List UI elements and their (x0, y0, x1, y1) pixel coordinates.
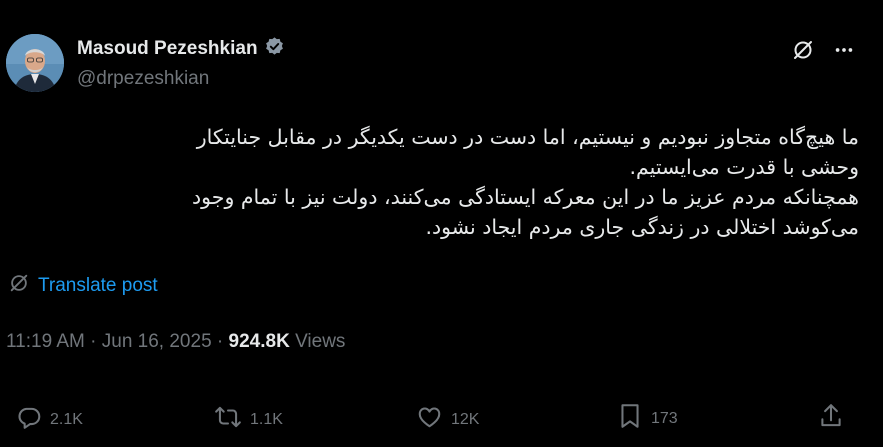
repost-icon (214, 404, 242, 435)
meta-separator: · (90, 331, 97, 352)
action-bar: 2.1K 1.1K 12K 173 (0, 398, 883, 438)
heart-icon (416, 404, 443, 435)
post-top-actions (791, 38, 855, 62)
translate-label[interactable]: Translate post (38, 275, 158, 297)
grok-icon[interactable] (791, 38, 815, 62)
post-text-line: وحشی با قدرت می‌ایستیم. (629, 155, 860, 179)
bookmark-icon (617, 402, 643, 435)
repost-button[interactable]: 1.1K (214, 404, 283, 435)
author-handle[interactable]: @drpezeshkian (77, 68, 209, 90)
post-text-line: می‌کوشد اختلالی در زندگی جاری مردم ایجاد… (425, 215, 859, 239)
verified-badge-icon[interactable] (264, 36, 285, 62)
like-button[interactable]: 12K (416, 404, 479, 435)
post-meta: 11:19 AM · Jun 16, 2025 · 924.8K Views (6, 331, 345, 353)
post-time[interactable]: 11:19 AM (6, 331, 85, 352)
post-text-line: همچنانکه مردم عزیز ما در این معرکه ایستا… (192, 185, 859, 209)
share-icon (818, 402, 844, 435)
more-options-icon[interactable] (833, 39, 855, 61)
reply-button[interactable]: 2.1K (16, 404, 83, 435)
post-text: ما هیچ‌گاه متجاوز نبودیم و نیستیم، اما د… (39, 122, 859, 242)
views-label: Views (295, 331, 346, 352)
author-name-row[interactable]: Masoud Pezeshkian (77, 36, 285, 62)
meta-separator: · (216, 331, 224, 352)
bookmark-button[interactable]: 173 (617, 402, 678, 435)
bookmark-count: 173 (651, 409, 678, 427)
post-date[interactable]: Jun 16, 2025 (102, 331, 212, 352)
author-name[interactable]: Masoud Pezeshkian (77, 38, 258, 60)
translate-post-button[interactable]: Translate post (8, 272, 158, 299)
views-count: 924.8K (228, 331, 290, 352)
reply-count: 2.1K (50, 410, 83, 428)
post-text-line: ما هیچ‌گاه متجاوز نبودیم و نیستیم، اما د… (196, 125, 859, 149)
reply-icon (16, 404, 42, 435)
repost-count: 1.1K (250, 410, 283, 428)
avatar[interactable] (6, 34, 64, 92)
translate-icon (8, 272, 30, 299)
share-button[interactable] (818, 402, 844, 435)
like-count: 12K (451, 410, 480, 428)
avatar-image (6, 34, 64, 92)
